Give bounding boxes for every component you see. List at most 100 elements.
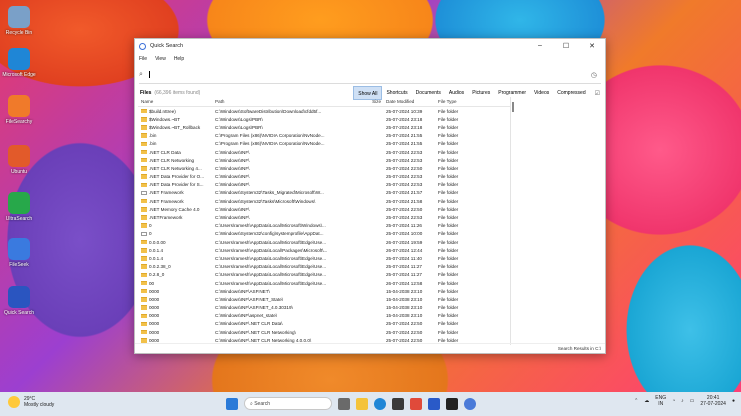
table-row[interactable]: .NET Data Provider for S... C:\Windows\IN… [138, 181, 510, 189]
row-name: 0.2.8_0 [149, 272, 165, 278]
folder-icon [141, 321, 147, 327]
start-icon[interactable] [226, 397, 238, 410]
desktop-icon[interactable]: Microsoft Edge [2, 48, 36, 78]
table-row[interactable]: .NET Framework C:\Windows\System32\Tasks\… [138, 197, 510, 205]
table-row[interactable]: 0.0.2.38_0 C:\Users\ramesh\AppData\Local\… [138, 263, 510, 271]
folder-icon [141, 239, 147, 245]
language-indicator[interactable]: ENG IN [655, 395, 666, 407]
desktop-icon[interactable]: FileSearchy [2, 95, 36, 125]
desktop-icon[interactable]: Quick Search [2, 286, 36, 316]
search-input[interactable]: ⌕ ◷ [139, 66, 601, 84]
row-date: 25-07-2024 11:27 [386, 272, 422, 278]
table-row[interactable]: .NET Memory Cache 4.0 C:\Windows\INF\ 25-0… [138, 205, 510, 213]
row-type: File folder [438, 264, 459, 270]
table-row[interactable]: 0000 C:\Windows\INF\.NET CLR Data\ 25-07-2… [138, 320, 510, 328]
folder-icon [141, 157, 147, 163]
row-path: C:\Program Files (x86)\NVIDIA Corporatio… [215, 133, 325, 139]
table-row[interactable]: 0 C:\Users\ramesh\AppData\Local\Microsoft… [138, 222, 510, 230]
row-date: 15-04-2038 23:10 [386, 288, 423, 294]
table-row[interactable]: 0000 C:\Windows\INF\ASP.NET\ 15-04-2038 23… [138, 287, 510, 295]
table-row[interactable]: .NET Data Provider for O... C:\Windows\IN… [138, 173, 510, 181]
row-path: C:\Windows\INF\ [215, 206, 250, 212]
tray-chevron-icon[interactable]: ⌃ [634, 398, 638, 404]
store-icon[interactable] [392, 397, 404, 410]
row-date: 25-07-2024 21:57 [386, 190, 423, 196]
history-icon[interactable]: ◷ [591, 71, 597, 79]
tray-app-icon[interactable]: ☁ [644, 398, 649, 404]
minimize-button[interactable]: – [527, 42, 553, 50]
row-name: $build.nttree) [149, 108, 176, 114]
quick-search-taskbar-icon[interactable] [464, 397, 476, 410]
row-date: 25-07-2024 22:53 [386, 174, 423, 180]
folder-icon [141, 117, 147, 122]
row-date: 25-07-2024 22:50 [386, 321, 423, 327]
table-row[interactable]: .NET CLR Networking C:\Windows\INF\ 25-07-… [138, 156, 510, 164]
table-row[interactable]: 0000 C:\Windows\INF\ASP.NET_4.0.30319\ 15-… [138, 304, 510, 312]
row-name: .NET Data Provider for S... [149, 182, 204, 188]
table-row[interactable]: 00 C:\Users\ramesh\AppData\Local\Microsof… [138, 279, 510, 287]
row-date: 15-04-2038 23:10 [386, 305, 423, 311]
maximize-button[interactable]: ☐ [553, 42, 579, 50]
col-path[interactable]: Path [213, 99, 368, 104]
table-row[interactable]: 0000 C:\Windows\INF\.NET CLR Networking\ 2… [138, 328, 510, 336]
table-row[interactable]: .bin C:\Program Files (x86)\NVIDIA Corpor… [138, 132, 510, 140]
table-row[interactable]: 0000 C:\Windows\INF\ASP.NET_State\ 15-04-2… [138, 295, 510, 303]
table-row[interactable]: 0 C:\Windows\System32\config\systemprofil… [138, 230, 510, 238]
table-row[interactable]: .bin C:\Program Files (x86)\NVIDIA Corpor… [138, 140, 510, 148]
row-type: File folder [438, 215, 459, 221]
battery-icon[interactable]: ▭ [690, 398, 695, 404]
row-date: 15-04-2038 23:10 [386, 296, 423, 302]
close-button[interactable]: ✕ [579, 42, 605, 50]
table-row[interactable]: 0.0.1.4 C:\Users\ramesh\AppData\Local\Mic… [138, 254, 510, 262]
file-explorer-icon[interactable] [356, 397, 368, 410]
row-type: File folder [438, 247, 459, 253]
table-row[interactable]: .NET Framework C:\Windows\System32\Tasks_… [138, 189, 510, 197]
folder-icon [141, 272, 147, 278]
table-header: Name Path Size Date Modified File Type [138, 97, 510, 107]
col-date[interactable]: Date Modified [383, 99, 435, 104]
desktop-icon[interactable]: Ubuntu [2, 145, 36, 175]
table-row[interactable]: .NET CLR Data C:\Windows\INF\ 25-07-2024 2… [138, 148, 510, 156]
table-row[interactable]: 0.0.0.00 C:\Users\ramesh\AppData\Local\Mi… [138, 238, 510, 246]
table-row[interactable]: 0.2.8_0 C:\Users\ramesh\AppData\Local\Mic… [138, 271, 510, 279]
table-row[interactable]: $Windows.~BT_Rollback C:\Windows\Logs\PBR… [138, 123, 510, 131]
wifi-icon[interactable]: ◔ [672, 398, 675, 404]
menu-file[interactable]: File [139, 56, 147, 62]
row-path: C:\Windows\INF\ASP.NET_State\ [215, 296, 284, 302]
app-icon-dark[interactable] [446, 397, 458, 410]
menu-help[interactable]: Help [174, 56, 184, 62]
status-bar: Search Results in C:\ [135, 343, 605, 353]
clock[interactable]: 20:41 27-07-2024 [700, 395, 726, 407]
desktop-icon[interactable]: FileSeek [2, 238, 36, 268]
row-path: C:\Users\ramesh\AppData\Local\Microsoft\… [215, 280, 327, 286]
table-row[interactable]: 0.0.1.4 C:\Users\ramesh\AppData\Local\Pac… [138, 246, 510, 254]
folder-icon [141, 313, 147, 319]
settings-icon[interactable]: ☑ [595, 90, 600, 97]
volume-icon[interactable]: ♪ [681, 398, 684, 404]
weather-widget[interactable]: 29°C Mostly cloudy [8, 396, 54, 408]
menu-view[interactable]: View [155, 56, 166, 62]
col-size[interactable]: Size [368, 99, 383, 104]
table-row[interactable]: $build.nttree) C:\Windows\SoftwareDistrib… [138, 107, 510, 115]
desktop-icon[interactable]: UltraSearch [2, 192, 36, 222]
row-name: .NET Framework [149, 190, 184, 196]
row-type: File folder [438, 329, 459, 335]
table-row[interactable]: 0000 C:\Windows\INF\aspnet_state\ 15-04-20… [138, 312, 510, 320]
folder-icon [141, 297, 147, 302]
folder-icon [141, 133, 147, 138]
task-view-icon[interactable] [338, 397, 350, 410]
table-row[interactable]: .NETFramework C:\Windows\INF\ 25-07-2024 2… [138, 213, 510, 221]
desktop-icon[interactable]: Recycle Bin [2, 6, 36, 36]
app-icon-blue[interactable] [428, 397, 440, 410]
table-row[interactable]: $Windows.~BT C:\Windows\Logs\PBR\ 25-07-20… [138, 115, 510, 123]
edge-icon[interactable] [374, 397, 386, 410]
col-type[interactable]: File Type [435, 99, 505, 104]
scrollbar[interactable] [512, 102, 514, 112]
row-date: 25-07-2024 23:18 [386, 116, 423, 122]
taskbar-search[interactable]: ⌕ Search [244, 397, 332, 410]
row-type: File folder [438, 108, 459, 114]
table-row[interactable]: .NET CLR Networking 4... C:\Windows\INF\ 2… [138, 164, 510, 172]
app-icon-red[interactable] [410, 397, 422, 410]
col-name[interactable]: Name [138, 99, 213, 104]
notification-icon[interactable]: ● [732, 398, 735, 404]
